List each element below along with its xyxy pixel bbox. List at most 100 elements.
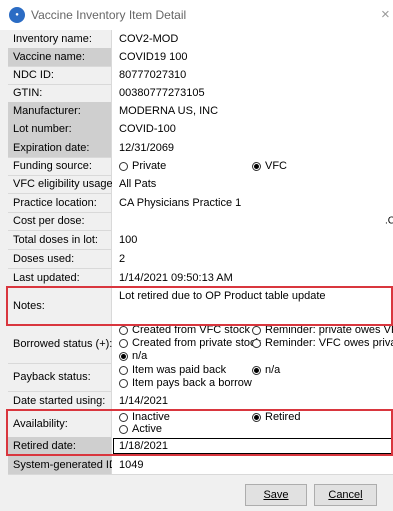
borrowed-private-label: Created from private stock — [132, 337, 261, 349]
manufacturer-combo[interactable]: MODERNA US, INC ∨ — [112, 102, 393, 120]
inventory-name-label: Inventory name: — [8, 30, 112, 48]
practice-location-value: CA Physicians Practice 1 — [119, 196, 242, 209]
radio-unchecked-icon — [252, 338, 261, 348]
radio-checked-icon — [252, 161, 261, 171]
vaccine-name-combo[interactable]: COVID19 100 ∨ — [112, 48, 393, 66]
radio-unchecked-icon — [119, 161, 128, 171]
practice-location-combo[interactable]: CA Physicians Practice 1 ∨ — [112, 193, 393, 212]
payback-status-group: Item was paid back Item pays back a borr… — [112, 363, 393, 391]
total-doses-value: 100 — [119, 233, 138, 246]
radio-unchecked-icon — [252, 325, 261, 335]
payback-pays-borrow-label: Item pays back a borrow — [132, 377, 252, 389]
row-date-started: Date started using: 1/14/2021 ∨ — [8, 391, 393, 411]
cancel-button[interactable]: Cancel — [314, 484, 377, 506]
total-doses-spinner[interactable]: 100 ∨ — [112, 230, 393, 249]
window-title: Vaccine Inventory Item Detail — [31, 8, 187, 22]
row-manufacturer: Manufacturer: MODERNA US, INC ∨ — [8, 102, 393, 121]
ndc-id-value: 80777027310 — [119, 69, 187, 81]
funding-vfc-label: VFC — [265, 160, 287, 172]
ndc-id-field[interactable]: 80777027310 — [112, 66, 393, 84]
expiration-date-label: Expiration date: — [8, 138, 112, 157]
payback-paid-back-label: Item was paid back — [132, 364, 227, 376]
cost-per-dose-field[interactable]: .C — [112, 212, 393, 230]
row-last-updated: Last updated: 1/14/2021 09:50:13 AM — [8, 268, 393, 288]
gtin-label: GTIN: — [8, 84, 112, 102]
manufacturer-value: MODERNA US, INC — [119, 105, 219, 117]
lot-number-label: Lot number: — [8, 120, 112, 138]
doses-used-spinner[interactable]: 2 ∨ — [112, 249, 393, 268]
vfc-usage-field: All Pats — [112, 175, 393, 193]
funding-source-label: Funding source: — [8, 157, 112, 175]
cost-per-dose-value: .C — [385, 215, 393, 227]
lot-number-value: COVID-100 — [119, 123, 176, 135]
practice-location-label: Practice location: — [8, 193, 112, 212]
payback-paid-back-radio[interactable]: Item was paid back — [119, 364, 226, 376]
funding-vfc-radio[interactable]: VFC — [252, 160, 287, 172]
payback-status-label: Payback status: — [8, 363, 112, 391]
close-icon[interactable]: × — [381, 6, 390, 23]
funding-private-label: Private — [132, 160, 167, 172]
borrowed-na-label: n/a — [132, 350, 148, 362]
radio-checked-icon — [119, 351, 128, 361]
reminder-vfc-owes-radio[interactable]: Reminder: VFC owes private — [252, 337, 393, 349]
row-ndc-id: NDC ID: 80777027310 — [8, 66, 393, 85]
row-doses-used: Doses used: 2 ∨ — [8, 249, 393, 269]
vaccine-name-label: Vaccine name: — [8, 48, 112, 66]
doses-used-value: 2 — [119, 252, 126, 265]
inventory-name-value: COV2-MOD — [119, 33, 179, 45]
radio-unchecked-icon — [119, 378, 128, 388]
expiration-date-picker[interactable]: 12/31/2069 ∨ — [112, 138, 393, 157]
borrowed-private-radio[interactable]: Created from private stock — [119, 337, 261, 349]
date-started-label: Date started using: — [8, 391, 112, 410]
ndc-id-label: NDC ID: — [8, 66, 112, 84]
radio-checked-icon — [252, 365, 261, 375]
borrowed-status-label: Borrowed status (+): — [8, 324, 112, 363]
row-inventory-name: Inventory name: COV2-MOD ∨ — [8, 30, 393, 49]
notes-highlight — [6, 286, 393, 326]
funding-private-radio[interactable]: Private — [119, 160, 166, 172]
vaccine-name-value: COVID19 100 — [119, 51, 188, 63]
gtin-field[interactable]: 00380777273105 — [112, 84, 393, 102]
funding-source-group: Private VFC — [112, 157, 393, 175]
inventory-name-combo[interactable]: COV2-MOD ∨ — [112, 30, 393, 48]
row-practice-location: Practice location: CA Physicians Practic… — [8, 193, 393, 213]
borrowed-na-radio[interactable]: n/a — [119, 350, 147, 362]
radio-unchecked-icon — [119, 365, 128, 375]
row-system-id: System-generated ID: 1049 — [8, 455, 393, 475]
availability-highlight — [6, 409, 393, 456]
lot-number-field[interactable]: COVID-100 — [112, 120, 393, 138]
gtin-value: 00380777273105 — [119, 87, 205, 99]
vfc-usage-value: All Pats — [119, 178, 157, 190]
row-borrowed-status: Borrowed status (+): Created from VFC st… — [8, 324, 393, 364]
save-button[interactable]: Save — [245, 484, 307, 506]
expiration-date-value: 12/31/2069 — [119, 141, 175, 154]
last-updated-label: Last updated: — [8, 268, 112, 287]
system-id-field: 1049 — [112, 455, 393, 474]
radio-unchecked-icon — [119, 325, 128, 335]
payback-na-radio[interactable]: n/a — [252, 364, 280, 376]
vfc-usage-label: VFC eligibility usage: — [8, 175, 116, 193]
doses-used-label: Doses used: — [8, 249, 112, 268]
row-funding-source: Funding source: Private VFC — [8, 157, 393, 176]
row-gtin: GTIN: 00380777273105 — [8, 84, 393, 103]
total-doses-label: Total doses in lot: — [8, 230, 112, 249]
reminder-vfc-owes-label: Reminder: VFC owes private — [265, 337, 393, 349]
manufacturer-label: Manufacturer: — [8, 102, 112, 120]
date-started-value: 1/14/2021 — [119, 394, 168, 407]
row-lot-number: Lot number: COVID-100 — [8, 120, 393, 139]
app-logo-icon: ● — [9, 7, 25, 23]
row-expiration-date: Expiration date: 12/31/2069 ∨ — [8, 138, 393, 158]
row-vfc-usage: VFC eligibility usage: All Pats — [8, 175, 393, 194]
date-started-picker[interactable]: 1/14/2021 ∨ — [112, 391, 393, 410]
radio-unchecked-icon — [119, 338, 128, 348]
payback-na-label: n/a — [265, 364, 281, 376]
borrowed-status-group: Created from VFC stock Created from priv… — [112, 324, 393, 363]
cost-per-dose-label: Cost per dose: — [8, 212, 112, 230]
system-id-label: System-generated ID: — [8, 455, 120, 474]
last-updated-value: 1/14/2021 09:50:13 AM — [119, 271, 233, 284]
title-bar: ● Vaccine Inventory Item Detail × — [0, 0, 393, 30]
system-id-value: 1049 — [119, 458, 144, 471]
row-vaccine-name: Vaccine name: COVID19 100 ∨ — [8, 48, 393, 67]
row-total-doses: Total doses in lot: 100 ∨ — [8, 230, 393, 250]
payback-pays-borrow-radio[interactable]: Item pays back a borrow — [119, 377, 252, 389]
